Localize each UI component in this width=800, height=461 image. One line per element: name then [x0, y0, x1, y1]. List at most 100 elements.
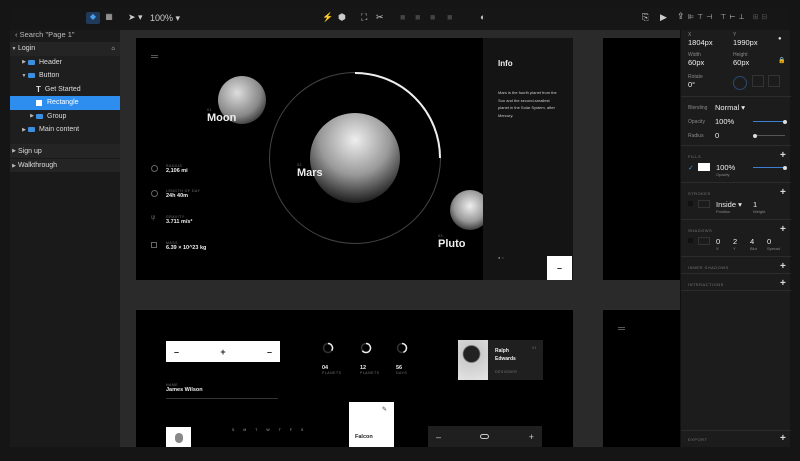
- layer-button[interactable]: ▼ Button: [10, 69, 120, 83]
- folder-icon: [36, 113, 43, 119]
- layer-header[interactable]: ▶ Header: [10, 56, 120, 70]
- fill-opacity-input[interactable]: 100%: [716, 163, 735, 172]
- layer-rectangle[interactable]: Rectangle: [10, 96, 120, 110]
- shadow-label: Blur: [750, 246, 758, 251]
- shadow-value[interactable]: 0: [767, 237, 780, 246]
- collapse-button[interactable]: –: [547, 256, 572, 280]
- decrement-button[interactable]: –: [174, 347, 179, 357]
- add-inner-shadow-button[interactable]: +: [780, 261, 786, 272]
- fill-opacity-slider[interactable]: [753, 165, 787, 170]
- boolean-subtract-icon[interactable]: ■: [415, 12, 420, 22]
- planet-name-moon[interactable]: Moon: [207, 112, 236, 124]
- width-input[interactable]: 60px: [688, 58, 704, 67]
- opacity-input[interactable]: 100%: [715, 117, 734, 126]
- progress-ring: [360, 342, 372, 354]
- lightning-icon[interactable]: ⚡: [322, 12, 333, 23]
- artboard-right-top[interactable]: [603, 38, 680, 280]
- shadow-field[interactable]: 0X: [716, 237, 720, 251]
- shadow-value[interactable]: 4: [750, 237, 757, 246]
- increment-button[interactable]: +: [220, 347, 225, 357]
- shadow-checkbox[interactable]: [688, 238, 693, 243]
- shadow-field[interactable]: 4 Blur: [750, 237, 757, 251]
- search-text: Search "Page 1": [19, 30, 75, 39]
- layer-main-content[interactable]: ▶ Main content: [10, 123, 120, 137]
- search-field[interactable]: ‹ Search "Page 1": [15, 30, 75, 39]
- weekday-label: T: [278, 428, 282, 432]
- x-input[interactable]: 1804px: [688, 38, 713, 47]
- sun-icon: [151, 190, 158, 197]
- info-text: Mars is the fourth planet from the Sun a…: [498, 90, 557, 118]
- distribute-icon[interactable]: ⊞⊟: [753, 14, 771, 21]
- add-fill-button[interactable]: +: [780, 150, 786, 161]
- stroke-position-select[interactable]: Inside ▾: [716, 200, 742, 209]
- layer-group[interactable]: ▶ Group: [10, 110, 120, 124]
- falcon-card[interactable]: ✎ Falcon: [349, 402, 394, 447]
- blending-select[interactable]: Normal ▾: [715, 103, 745, 112]
- artboard-right-bottom[interactable]: [603, 310, 680, 447]
- name-field[interactable]: Name James Wilson: [166, 383, 278, 399]
- y-input[interactable]: 1990px: [733, 38, 758, 47]
- page-sign-up[interactable]: ▶ Sign up: [10, 144, 120, 158]
- align-center-icon[interactable]: ⊤: [697, 14, 706, 21]
- align-bottom-icon[interactable]: ⊥: [739, 14, 748, 21]
- radius-slider[interactable]: [753, 133, 785, 138]
- planet-name-pluto[interactable]: Pluto: [438, 238, 466, 250]
- profile-card[interactable]: Ralph Edwards 01 Designer: [458, 340, 543, 380]
- mirror-icon[interactable]: ⎘: [642, 12, 649, 23]
- opacity-slider[interactable]: [753, 119, 787, 124]
- control-minus-button[interactable]: –: [436, 432, 441, 442]
- artboard-icon[interactable]: ⛶: [361, 12, 367, 23]
- align-middle-icon[interactable]: ⊢: [729, 14, 738, 21]
- fingerprint-button[interactable]: [166, 427, 191, 447]
- pin-icon[interactable]: ●: [778, 36, 782, 42]
- stat-mass: Mass 6.39 × 10^23 kg: [151, 241, 206, 251]
- rotate-input[interactable]: 0°: [688, 80, 695, 89]
- artboard-components[interactable]: – + – Name James Wilson 04 Planets 12 Plane…: [136, 310, 573, 447]
- boolean-intersect-icon[interactable]: ■: [430, 12, 435, 22]
- add-stroke-button[interactable]: +: [780, 187, 786, 198]
- page-walkthrough[interactable]: ▶ Walkthrough: [10, 158, 120, 172]
- fill-checkbox[interactable]: ✓: [688, 164, 694, 172]
- canvas[interactable]: 01 Moon 02 Mars 03 Pluto Radius 2,106 mi Len…: [120, 30, 680, 447]
- decrement-button-2[interactable]: –: [267, 347, 272, 357]
- align-right-icon[interactable]: ⊣: [706, 14, 715, 21]
- planet-name-mars[interactable]: Mars: [297, 167, 323, 179]
- layers-tab-icon[interactable]: ◆: [86, 12, 100, 24]
- height-input[interactable]: 60px: [733, 58, 749, 67]
- shadow-value[interactable]: 0: [716, 237, 720, 246]
- stroke-checkbox[interactable]: [688, 201, 693, 206]
- radius-input[interactable]: 0: [715, 131, 719, 140]
- boolean-exclude-icon[interactable]: ■: [447, 12, 452, 22]
- lock-icon[interactable]: 🔒: [778, 57, 785, 64]
- zoom-select[interactable]: 100% ▾: [150, 13, 180, 24]
- edit-icon[interactable]: ✎: [382, 406, 387, 413]
- play-icon[interactable]: ▶: [660, 12, 667, 23]
- shadow-field[interactable]: 0 Spread: [767, 237, 780, 251]
- shadow-value[interactable]: 2: [733, 237, 737, 246]
- boolean-union-icon[interactable]: ■: [400, 12, 405, 22]
- artboard-planets[interactable]: 01 Moon 02 Mars 03 Pluto Radius 2,106 mi Len…: [136, 38, 573, 280]
- scissors-icon[interactable]: ✂: [376, 12, 384, 23]
- stroke-weight-input[interactable]: 1: [753, 200, 757, 209]
- select-tool-icon[interactable]: ➤ ▾: [128, 12, 143, 23]
- assets-tab-icon[interactable]: ▦: [103, 12, 115, 24]
- pagination-dots[interactable]: ● ○: [498, 255, 504, 260]
- component-icon[interactable]: ⬢: [338, 12, 346, 23]
- shadow-color-swatch[interactable]: [698, 237, 710, 245]
- stroke-color-swatch[interactable]: [698, 200, 710, 208]
- add-interaction-button[interactable]: +: [780, 278, 786, 289]
- shadow-field[interactable]: 2Y: [733, 237, 737, 251]
- constraints-widget[interactable]: [731, 74, 791, 90]
- stat-length-of-day: Length of day 24h 40m: [151, 189, 200, 199]
- mars-image: [310, 113, 400, 203]
- add-shadow-button[interactable]: +: [780, 224, 786, 235]
- share-icon[interactable]: ⇪: [677, 11, 685, 22]
- fill-color-swatch[interactable]: [698, 163, 710, 171]
- align-left-icon[interactable]: ⊫: [688, 14, 697, 21]
- mask-icon[interactable]: ◐: [480, 12, 485, 22]
- add-export-button[interactable]: +: [780, 433, 786, 444]
- toggle-pill-icon[interactable]: [480, 434, 490, 439]
- layer-get-started[interactable]: T Get Started: [10, 83, 120, 97]
- control-plus-button[interactable]: +: [529, 432, 534, 442]
- layer-login[interactable]: ▼ Login ⌂: [10, 42, 120, 56]
